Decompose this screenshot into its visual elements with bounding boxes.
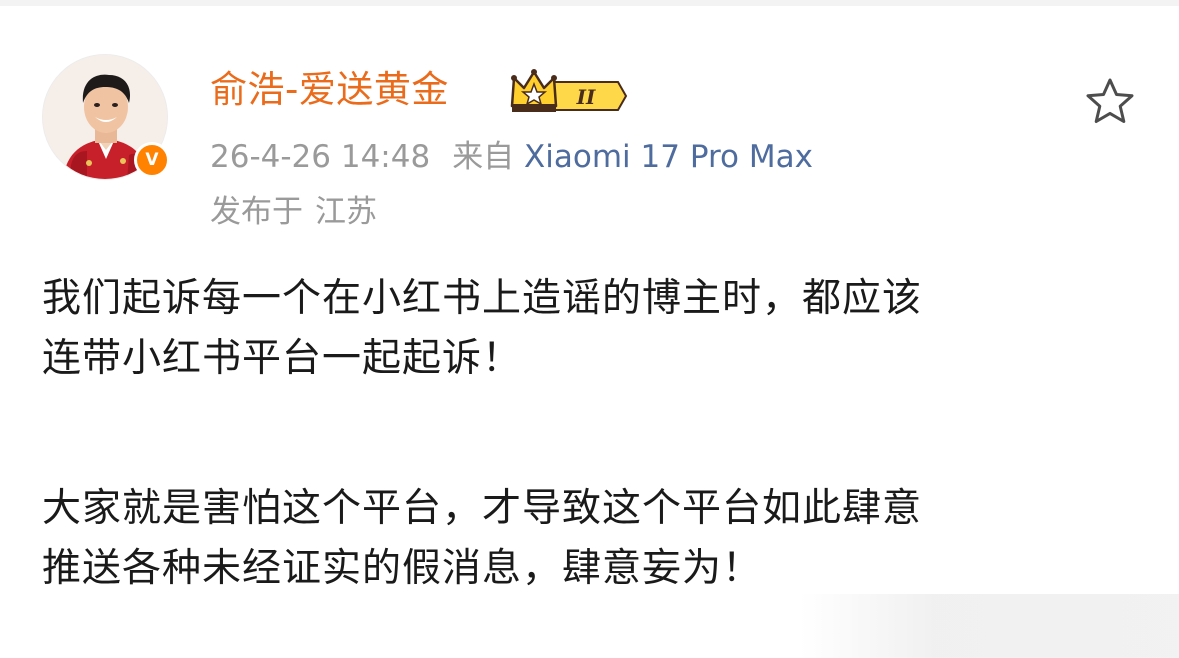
post-timestamp: 26-4-26 14:48 [210,139,431,175]
author-name[interactable]: 俞浩-爱送黄金 [210,68,449,112]
author-avatar[interactable]: V [42,54,170,180]
paragraph-line: 我们起诉每一个在小红书上造谣的博主时，都应该 [42,276,923,321]
weibo-post-card: V 俞浩-爱送黄金 II 26-4-26 14:48 来自 Xiaomi 17 P… [0,6,1179,658]
source-prefix: 来自 [452,139,515,175]
post-location: 发布于 江苏 [210,194,377,230]
verified-badge-icon: V [134,142,170,178]
device-source-link[interactable]: Xiaomi 17 Pro Max [524,139,813,175]
location-name: 江苏 [315,194,377,230]
post-paragraph-2: 大家就是害怕这个平台，才导致这个平台如此肆意 推送各种未经证实的假消息，肆意妄为… [42,479,1142,599]
paragraph-line: 连带小红书平台一起起诉！ [42,336,523,381]
vip-crown-badge-icon[interactable]: II [510,68,628,114]
post-paragraph-1: 我们起诉每一个在小红书上造谣的博主时，都应该 连带小红书平台一起起诉！ [42,269,1142,389]
location-prefix: 发布于 [210,194,303,230]
post-meta: 26-4-26 14:48 来自 Xiaomi 17 Pro Max [210,139,813,175]
paragraph-line: 大家就是害怕这个平台，才导致这个平台如此肆意 [42,486,923,531]
favorite-star-icon[interactable] [1084,76,1136,126]
watermark-fade [800,594,1179,658]
paragraph-line: 推送各种未经证实的假消息，肆意妄为！ [42,546,763,591]
badge-level-text: II [576,85,596,109]
